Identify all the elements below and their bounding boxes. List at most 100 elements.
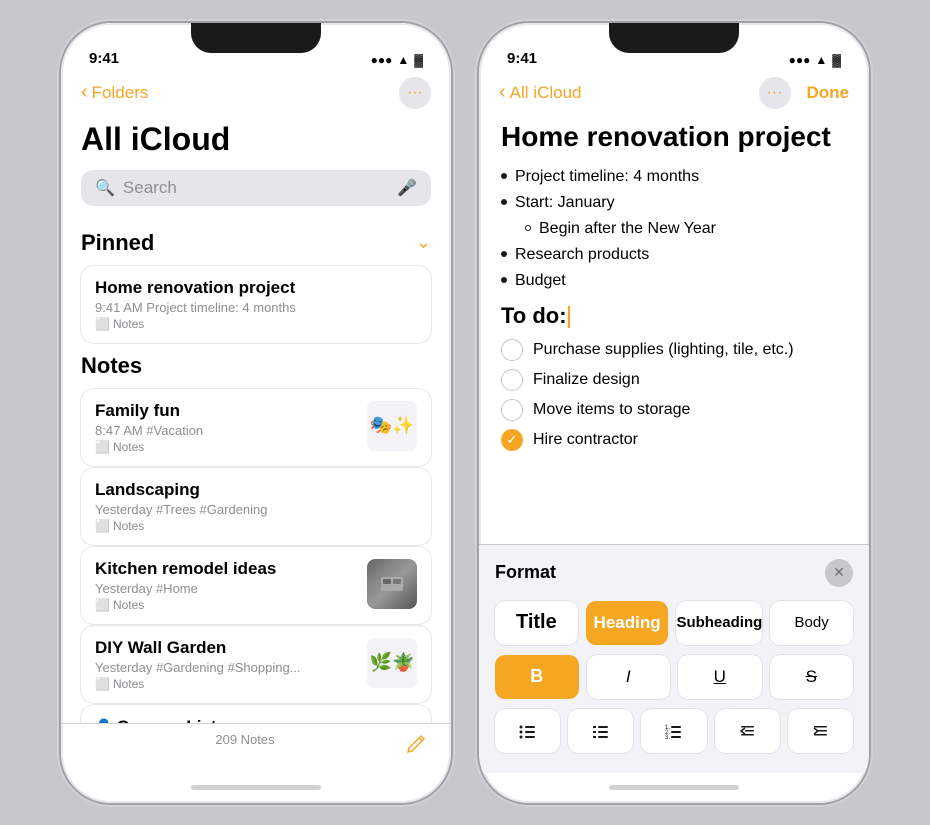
bullet-text: Begin after the New Year xyxy=(539,217,716,241)
todo-checkbox-checked[interactable]: ✓ xyxy=(501,429,523,451)
todo-checkbox[interactable] xyxy=(501,339,523,361)
format-numbered-list-button[interactable]: 1. 2. 3. xyxy=(641,709,706,753)
signal-icon: ●●● xyxy=(371,53,393,67)
format-subheading-button[interactable]: Subheading xyxy=(676,601,762,645)
folder-icon: ⬜ xyxy=(95,440,110,454)
format-underline-button[interactable]: U xyxy=(678,655,762,699)
bullet-item: Research products xyxy=(501,243,847,267)
indent-decrease-icon xyxy=(737,721,757,741)
list-item[interactable]: DIY Wall Garden Yesterday #Gardening #Sh… xyxy=(81,626,431,703)
folder-name: Notes xyxy=(113,598,144,612)
list-item[interactable]: 👤 Grocery List Yesterday #Grocery ⬜ Note… xyxy=(81,705,431,723)
home-indicator-right xyxy=(479,773,869,803)
right-phone: 9:41 ●●● ▲ ▓ ‹ All iCloud ··· Done Home … xyxy=(479,23,869,803)
format-indent-increase-button[interactable] xyxy=(788,709,853,753)
note-title: Home renovation project xyxy=(95,278,417,298)
search-bar[interactable]: 🔍 Search 🎤 xyxy=(81,170,431,206)
bullet-dot-icon xyxy=(501,199,507,205)
more-options-button-right[interactable]: ··· xyxy=(759,77,791,109)
format-close-button[interactable]: ✕ xyxy=(825,559,853,587)
more-options-button[interactable]: ··· xyxy=(399,77,431,109)
format-bold-button[interactable]: B xyxy=(495,655,579,699)
status-icons-right: ●●● ▲ ▓ xyxy=(789,53,841,67)
microphone-icon[interactable]: 🎤 xyxy=(397,178,417,198)
bullet-dot-icon xyxy=(501,277,507,283)
note-meta: Yesterday #Home xyxy=(95,581,357,596)
format-bullet-list-button[interactable] xyxy=(495,709,560,753)
list-item[interactable]: Home renovation project 9:41 AM Project … xyxy=(81,266,431,343)
todo-item[interactable]: Move items to storage xyxy=(501,399,847,421)
page-title-left: All iCloud xyxy=(61,117,451,170)
format-title-button[interactable]: Title xyxy=(495,601,578,645)
back-chevron-icon: ‹ xyxy=(81,81,88,104)
status-time-right: 9:41 xyxy=(507,50,537,67)
folder-icon: ⬜ xyxy=(95,519,110,533)
format-dash-list-button[interactable] xyxy=(568,709,633,753)
format-panel: Format ✕ Title Heading Subheading Body xyxy=(479,544,869,773)
note-folder: ⬜ Notes xyxy=(95,519,417,533)
note-meta: Yesterday #Trees #Gardening xyxy=(95,502,417,517)
note-page-title: Home renovation project xyxy=(479,117,869,165)
todo-checkbox[interactable] xyxy=(501,399,523,421)
back-chevron-icon-right: ‹ xyxy=(499,81,506,104)
numbered-list-icon: 1. 2. 3. xyxy=(664,721,684,741)
todo-item[interactable]: Purchase supplies (lighting, tile, etc.) xyxy=(501,339,847,361)
more-icon: ··· xyxy=(407,84,423,102)
battery-icon-right: ▓ xyxy=(832,53,841,67)
search-input[interactable]: Search xyxy=(123,178,389,198)
pinned-title: Pinned xyxy=(81,230,154,256)
more-icon-right: ··· xyxy=(767,84,783,102)
style-format-row: Title Heading Subheading Body xyxy=(495,601,853,645)
status-time-left: 9:41 xyxy=(89,50,119,67)
note-info: Landscaping Yesterday #Trees #Gardening … xyxy=(95,480,417,533)
format-heading-button[interactable]: Heading xyxy=(586,601,669,645)
bullet-item: Budget xyxy=(501,269,847,293)
bullet-list-icon xyxy=(518,721,538,741)
format-body-button[interactable]: Body xyxy=(770,601,853,645)
note-meta: 9:41 AM Project timeline: 4 months xyxy=(95,300,417,315)
list-item[interactable]: Landscaping Yesterday #Trees #Gardening … xyxy=(81,468,431,545)
close-icon: ✕ xyxy=(833,564,845,581)
note-title: Kitchen remodel ideas xyxy=(95,559,357,579)
left-phone: 9:41 ●●● ▲ ▓ ‹ Folders ··· All iCloud 🔍 … xyxy=(61,23,451,803)
folders-back-button[interactable]: ‹ Folders xyxy=(81,81,148,104)
done-button[interactable]: Done xyxy=(807,83,850,103)
bullet-text: Project timeline: 4 months xyxy=(515,165,699,189)
bottom-bar-left: 209 Notes xyxy=(61,723,451,773)
format-strikethrough-button[interactable]: S xyxy=(770,655,854,699)
note-thumbnail: 🎭✨ xyxy=(367,401,417,451)
list-item[interactable]: Family fun 8:47 AM #Vacation ⬜ Notes 🎭✨ xyxy=(81,389,431,466)
bullet-item: Project timeline: 4 months xyxy=(501,165,847,189)
bullet-dot-icon xyxy=(501,173,507,179)
notch xyxy=(191,23,321,53)
todo-item[interactable]: Finalize design xyxy=(501,369,847,391)
notes-section-header: Notes xyxy=(81,345,431,389)
collapse-icon[interactable]: ⌄ xyxy=(416,232,431,253)
note-title: DIY Wall Garden xyxy=(95,638,357,658)
todo-text: Finalize design xyxy=(533,371,640,389)
todo-item[interactable]: ✓ Hire contractor xyxy=(501,429,847,451)
note-body: Project timeline: 4 months Start: Januar… xyxy=(479,165,869,544)
note-thumbnail xyxy=(367,559,417,609)
home-bar xyxy=(191,785,321,790)
note-info: Family fun 8:47 AM #Vacation ⬜ Notes xyxy=(95,401,357,454)
todo-checkbox[interactable] xyxy=(501,369,523,391)
note-info: Kitchen remodel ideas Yesterday #Home ⬜ … xyxy=(95,559,357,612)
folder-icon: ⬜ xyxy=(95,598,110,612)
bullet-item: Begin after the New Year xyxy=(501,217,847,241)
note-meta: 8:47 AM #Vacation xyxy=(95,423,357,438)
battery-icon: ▓ xyxy=(414,53,423,67)
status-icons-left: ●●● ▲ ▓ xyxy=(371,53,423,67)
todo-text: Move items to storage xyxy=(533,401,690,419)
all-icloud-back-button[interactable]: ‹ All iCloud xyxy=(499,81,581,104)
note-info: DIY Wall Garden Yesterday #Gardening #Sh… xyxy=(95,638,357,691)
format-indent-decrease-button[interactable] xyxy=(715,709,780,753)
right-nav: ‹ All iCloud ··· Done xyxy=(479,73,869,117)
signal-icon-right: ●●● xyxy=(789,53,811,67)
compose-button[interactable] xyxy=(405,732,427,760)
list-item[interactable]: Kitchen remodel ideas Yesterday #Home ⬜ … xyxy=(81,547,431,624)
bullet-circle-icon xyxy=(525,225,531,231)
folder-name: Notes xyxy=(113,440,144,454)
format-italic-button[interactable]: I xyxy=(587,655,671,699)
wifi-icon: ▲ xyxy=(397,53,409,67)
